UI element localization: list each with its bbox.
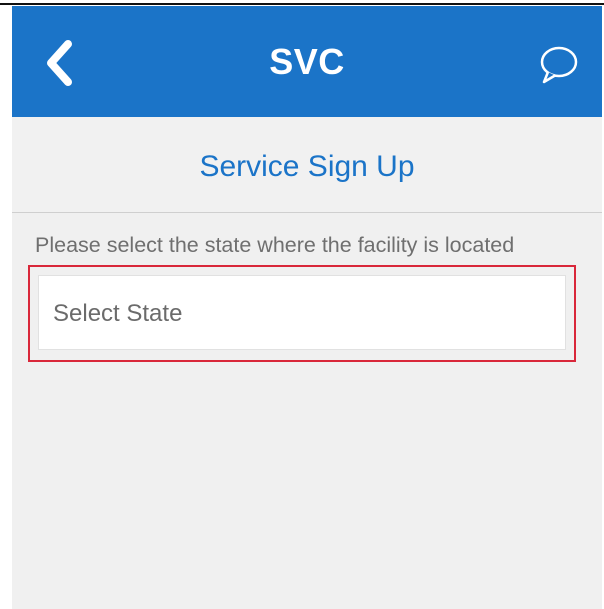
screenshot-frame: SVC Service Sign Up Please select the st… (0, 0, 604, 609)
chat-button[interactable] (532, 42, 584, 88)
page-header: Service Sign Up (12, 117, 602, 213)
page-title: Service Sign Up (199, 150, 415, 183)
top-border-line (0, 3, 604, 5)
app-title: SVC (269, 41, 345, 82)
chevron-left-icon (47, 40, 72, 86)
chat-bubble-icon (540, 46, 578, 84)
state-select-placeholder: Select State (53, 300, 183, 327)
back-button[interactable] (34, 34, 84, 92)
app-bar: SVC (12, 6, 602, 117)
app-screen: SVC Service Sign Up Please select the st… (12, 6, 602, 609)
state-select[interactable]: Select State (38, 275, 566, 350)
